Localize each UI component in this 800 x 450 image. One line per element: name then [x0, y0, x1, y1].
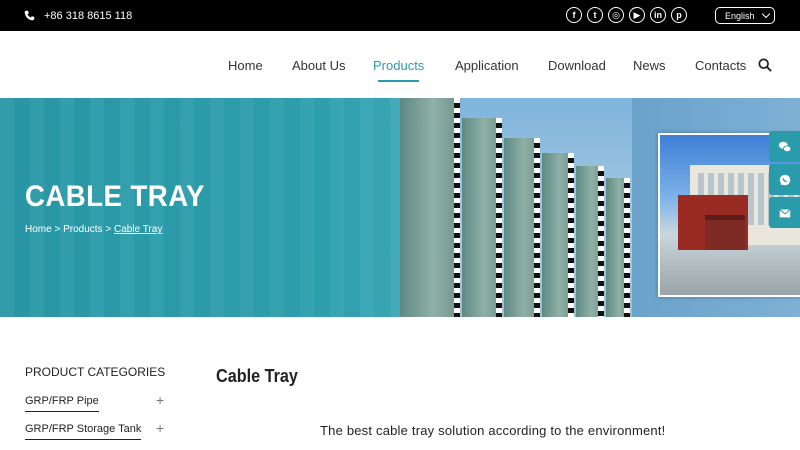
- search-icon[interactable]: [758, 58, 772, 72]
- sidebar-title: PRODUCT CATEGORIES: [25, 365, 166, 379]
- phone-icon: [24, 10, 35, 21]
- email-icon: [778, 208, 791, 217]
- language-label: English: [725, 10, 755, 21]
- wechat-icon: [778, 141, 791, 152]
- facebook-icon[interactable]: f: [566, 7, 582, 23]
- nav-home[interactable]: Home: [228, 58, 263, 73]
- nav-news[interactable]: News: [633, 58, 666, 73]
- breadcrumb-current[interactable]: Cable Tray: [114, 224, 162, 235]
- product-tagline: The best cable tray solution according t…: [320, 423, 666, 438]
- page-title: CABLE TRAY: [25, 180, 205, 213]
- nav-products[interactable]: Products: [373, 58, 424, 82]
- breadcrumb-separator: >: [102, 224, 114, 235]
- breadcrumb-separator: >: [51, 224, 64, 235]
- section-title: Cable Tray: [216, 366, 298, 386]
- whatsapp-button[interactable]: [769, 164, 800, 195]
- nav-download[interactable]: Download: [548, 58, 606, 73]
- email-button[interactable]: [769, 197, 800, 228]
- sidebar-item-grp-frp-storage-tank[interactable]: GRP/FRP Storage Tank: [25, 423, 142, 440]
- breadcrumb: Home > Products > Cable Tray: [25, 224, 162, 235]
- main-nav: Home About Us Products Application Downl…: [0, 31, 800, 98]
- nav-contacts[interactable]: Contacts: [695, 58, 746, 73]
- expand-icon[interactable]: +: [156, 392, 164, 408]
- wechat-button[interactable]: [769, 131, 800, 162]
- top-bar: +86 318 8615 118 f t ◎ ▶ in p English: [0, 0, 800, 31]
- banner-image-silos: [400, 98, 632, 317]
- phone-contact[interactable]: +86 318 8615 118: [24, 0, 132, 31]
- phone-number: +86 318 8615 118: [44, 9, 133, 22]
- social-links: f t ◎ ▶ in p: [566, 7, 687, 23]
- breadcrumb-products[interactable]: Products: [63, 224, 102, 235]
- sidebar-item-grp-frp-pipe[interactable]: GRP/FRP Pipe: [25, 395, 99, 412]
- whatsapp-icon: [779, 174, 790, 185]
- breadcrumb-home[interactable]: Home: [25, 224, 52, 235]
- youtube-icon[interactable]: ▶: [629, 7, 645, 23]
- language-select[interactable]: English: [715, 7, 775, 24]
- linkedin-icon[interactable]: in: [650, 7, 666, 23]
- page-banner: CABLE TRAY Home > Products > Cable Tray: [0, 98, 800, 317]
- instagram-icon[interactable]: ◎: [608, 7, 624, 23]
- nav-about-us[interactable]: About Us: [292, 58, 345, 73]
- pinterest-icon[interactable]: p: [671, 7, 687, 23]
- chevron-down-icon: [761, 9, 770, 19]
- nav-application[interactable]: Application: [455, 58, 519, 73]
- expand-icon[interactable]: +: [156, 420, 164, 436]
- twitter-icon[interactable]: t: [587, 7, 603, 23]
